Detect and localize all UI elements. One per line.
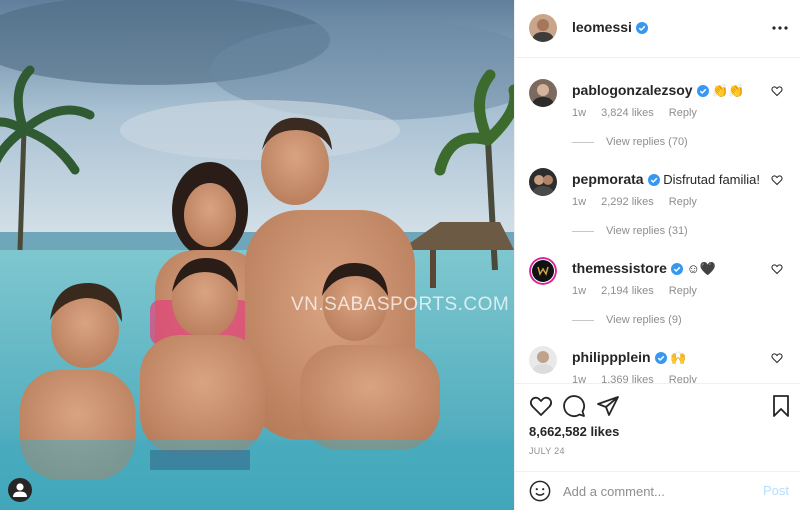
- reply-button[interactable]: Reply: [669, 107, 697, 119]
- commenter-avatar[interactable]: [529, 79, 557, 107]
- author-username[interactable]: leomessi: [572, 19, 648, 35]
- commenter-username[interactable]: pepmorata: [572, 171, 644, 187]
- heart-icon[interactable]: [771, 85, 783, 97]
- commenter-avatar[interactable]: [529, 346, 557, 374]
- verified-badge-icon: [647, 174, 660, 186]
- reply-button[interactable]: Reply: [669, 196, 697, 208]
- comment-likes[interactable]: 2,292 likes: [601, 196, 654, 208]
- comment-list[interactable]: pablogonzalezsoy 👏👏 1w 3,824 likes Reply…: [515, 59, 800, 383]
- comment-input[interactable]: [563, 482, 743, 500]
- emoji-icon[interactable]: [529, 480, 551, 502]
- post-date: JULY 24: [529, 446, 565, 456]
- post-photo[interactable]: VN.SABASPORTS.COM: [0, 0, 514, 510]
- view-replies-button[interactable]: View replies (31): [572, 225, 688, 237]
- comment-age: 1w: [572, 374, 587, 383]
- commenter-username[interactable]: themessistore: [572, 260, 667, 276]
- verified-badge-icon: [635, 22, 648, 34]
- heart-icon[interactable]: [771, 174, 783, 186]
- post-actions: 8,662,582 likes JULY 24 Post: [515, 383, 800, 510]
- author-avatar[interactable]: [529, 14, 557, 42]
- post-button[interactable]: Post: [763, 483, 789, 498]
- comment-text: 🙌: [670, 350, 687, 365]
- bookmark-icon[interactable]: [769, 394, 793, 418]
- comment-age: 1w: [572, 107, 587, 119]
- comment-age: 1w: [572, 196, 587, 208]
- divider: [572, 319, 594, 321]
- reply-button[interactable]: Reply: [669, 285, 697, 297]
- likes-count[interactable]: 8,662,582 likes: [529, 424, 619, 439]
- add-comment-bar: Post: [515, 471, 800, 510]
- comment-item: philippplein 🙌 1w 1,369 likes Reply: [515, 326, 800, 383]
- comment-likes[interactable]: 3,824 likes: [601, 107, 654, 119]
- comment-text: Disfrutad familia!: [663, 172, 761, 187]
- more-icon[interactable]: [771, 20, 789, 36]
- view-replies-button[interactable]: View replies (9): [572, 314, 682, 326]
- comment-age: 1w: [572, 285, 587, 297]
- verified-badge-icon: [696, 85, 709, 97]
- comment-likes[interactable]: 1,369 likes: [601, 374, 654, 383]
- comment-item: themessistore ☺🖤 1w 2,194 likes Reply Vi…: [515, 237, 800, 327]
- comment-text: ☺🖤: [686, 261, 717, 276]
- comment-icon[interactable]: [562, 394, 586, 418]
- user-tag-icon: [13, 483, 27, 497]
- commenter-username[interactable]: philippplein: [572, 349, 651, 365]
- comment-item: pablogonzalezsoy 👏👏 1w 3,824 likes Reply…: [515, 59, 800, 149]
- post-panel: leomessi pablogonzalezsoy 👏👏 1w 3,824 li…: [514, 0, 800, 510]
- commenter-avatar[interactable]: [529, 257, 557, 285]
- heart-icon[interactable]: [771, 263, 783, 275]
- share-icon[interactable]: [596, 394, 620, 418]
- commenter-avatar[interactable]: [529, 168, 557, 196]
- post-header: leomessi: [515, 0, 800, 58]
- watermark-text: VN.SABASPORTS.COM: [291, 294, 510, 315]
- photo-scene: [0, 0, 514, 510]
- reply-button[interactable]: Reply: [669, 374, 697, 383]
- like-heart-icon[interactable]: [529, 394, 553, 418]
- divider: [572, 141, 594, 143]
- comment-likes[interactable]: 2,194 likes: [601, 285, 654, 297]
- heart-icon[interactable]: [771, 352, 783, 364]
- comment-text: 👏👏: [712, 83, 745, 98]
- verified-badge-icon: [654, 352, 667, 364]
- commenter-username[interactable]: pablogonzalezsoy: [572, 82, 693, 98]
- user-tag-button[interactable]: [8, 478, 32, 502]
- verified-badge-icon: [670, 263, 683, 275]
- divider: [572, 230, 594, 232]
- comment-item: pepmorata Disfrutad familia! 1w 2,292 li…: [515, 148, 800, 238]
- view-replies-button[interactable]: View replies (70): [572, 136, 688, 148]
